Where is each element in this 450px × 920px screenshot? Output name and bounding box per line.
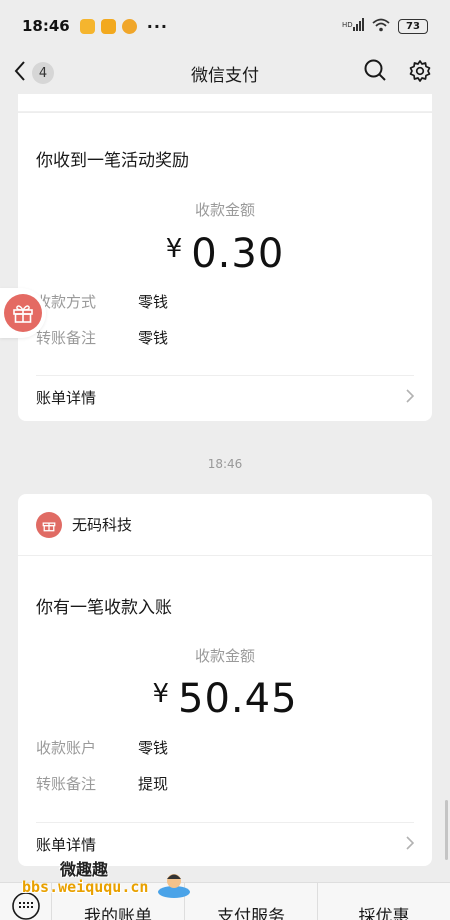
- weibo-notification-icon: [121, 18, 137, 34]
- currency-symbol: ¥: [152, 679, 171, 709]
- info-row: 转账备注 零钱: [36, 327, 168, 348]
- app-notification-icon: [100, 18, 116, 34]
- info-value: 提现: [138, 775, 169, 793]
- chevron-right-icon: [406, 388, 415, 407]
- info-row: 收款方式 零钱: [36, 291, 168, 312]
- wifi-icon: [372, 18, 390, 35]
- back-button[interactable]: 4: [14, 61, 54, 85]
- amount-number: 50.45: [178, 676, 298, 722]
- info-key: 转账备注: [36, 775, 97, 793]
- app-notification-icon: [79, 18, 95, 34]
- gift-icon: [36, 511, 62, 538]
- watermark-title: 微趣趣: [60, 860, 109, 879]
- info-key: 收款账户: [36, 739, 97, 757]
- signal-icon: HD: [342, 17, 364, 35]
- menu-payment-services[interactable]: 支付服务: [185, 883, 318, 920]
- bill-detail-link[interactable]: 账单详情: [36, 375, 415, 419]
- card-heading: 你收到一笔活动奖励: [36, 151, 189, 171]
- status-bar: 18:46 ··· HD 73: [0, 0, 450, 52]
- message-timestamp: 18:46: [207, 457, 243, 471]
- mascot-icon: [156, 870, 192, 900]
- more-notifications-icon: ···: [146, 16, 168, 36]
- amount-number: 0.30: [191, 231, 285, 277]
- reward-card: 你收到一笔活动奖励 收款金额 ¥0.30 收款方式 零钱 转账备注 零钱 账单详…: [18, 113, 432, 421]
- bill-detail-label: 账单详情: [36, 389, 97, 407]
- info-row: 转账备注 提现: [36, 773, 168, 794]
- merchant-header[interactable]: 无码科技: [18, 494, 432, 556]
- chevron-left-icon: [14, 61, 26, 85]
- amount-label: 收款金额: [194, 201, 255, 219]
- info-key: 收款方式: [36, 293, 97, 311]
- watermark-url: bbs.weiququ.cn: [22, 878, 149, 896]
- chevron-right-icon: [406, 835, 415, 854]
- status-time: 18:46: [22, 17, 70, 35]
- amount-value: ¥50.45: [18, 676, 432, 722]
- scrollbar[interactable]: [445, 800, 448, 860]
- svg-text:HD: HD: [342, 21, 353, 29]
- battery-indicator: 73: [398, 18, 428, 34]
- menu-discounts[interactable]: 採优惠: [318, 883, 450, 920]
- system-indicators: HD 73: [342, 17, 428, 35]
- watermark: 微趣趣 bbs.weiququ.cn: [0, 848, 200, 900]
- gift-icon: [4, 294, 42, 332]
- info-value: 零钱: [138, 293, 169, 311]
- previous-card-edge: [18, 94, 432, 112]
- amount-label: 收款金额: [194, 647, 255, 665]
- merchant-name: 无码科技: [72, 516, 133, 534]
- info-value: 零钱: [138, 739, 169, 757]
- notification-icons: [79, 18, 137, 34]
- amount-value: ¥0.30: [18, 231, 432, 277]
- info-row: 收款账户 零钱: [36, 737, 168, 758]
- info-value: 零钱: [138, 329, 169, 347]
- unread-count-badge: 4: [32, 62, 54, 84]
- info-key: 转账备注: [36, 329, 97, 347]
- card-heading: 你有一笔收款入账: [36, 598, 172, 618]
- search-icon[interactable]: [364, 59, 386, 87]
- nav-bar: 4 微信支付: [0, 52, 450, 94]
- currency-symbol: ¥: [165, 234, 184, 264]
- payment-card: 无码科技 你有一笔收款入账 收款金额 ¥50.45 收款账户 零钱 转账备注 提…: [18, 494, 432, 866]
- gear-icon[interactable]: [408, 59, 432, 87]
